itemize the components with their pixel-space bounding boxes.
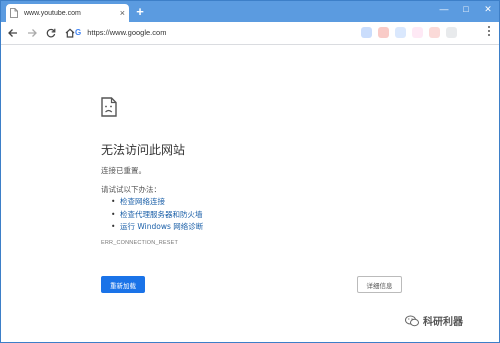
- extension-icon[interactable]: [446, 27, 457, 38]
- watermark: 科研利器: [405, 313, 463, 328]
- new-tab-button[interactable]: +: [134, 5, 146, 18]
- suggestion-run-diagnostics[interactable]: 运行 Windows 网络诊断: [111, 221, 203, 234]
- address-bar[interactable]: G https://www.google.com: [75, 25, 355, 40]
- details-button[interactable]: 详细信息: [357, 276, 402, 293]
- error-subtext: 连接已重置。: [101, 166, 146, 175]
- home-icon: [65, 28, 75, 38]
- extension-icon[interactable]: [412, 27, 423, 38]
- error-code: ERR_CONNECTION_RESET: [101, 240, 179, 246]
- suggestion-check-proxy[interactable]: 检查代理服务器和防火墙: [111, 209, 203, 222]
- menu-icon[interactable]: [487, 26, 491, 36]
- reload-icon: [46, 28, 56, 38]
- suggestions-list: 检查网络连接 检查代理服务器和防火墙 运行 Windows 网络诊断: [111, 196, 203, 234]
- watermark-text: 科研利器: [423, 317, 463, 328]
- page-icon: [10, 8, 18, 18]
- sad-page-icon: [101, 97, 117, 117]
- extension-icon[interactable]: [395, 27, 406, 38]
- browser-window: www.youtube.com × + — □ ✕ G https://www.…: [0, 0, 500, 343]
- url-text[interactable]: https://www.google.com: [87, 28, 166, 37]
- tab-close-icon[interactable]: ×: [120, 8, 125, 18]
- tab-youtube[interactable]: www.youtube.com ×: [6, 4, 129, 22]
- wechat-logo-icon: [405, 315, 419, 326]
- back-button[interactable]: [6, 26, 20, 40]
- back-arrow-icon: [8, 29, 17, 37]
- forward-arrow-icon: [28, 29, 37, 37]
- extension-icon[interactable]: [429, 27, 440, 38]
- minimize-icon[interactable]: —: [439, 3, 449, 15]
- extension-icon[interactable]: [378, 27, 389, 38]
- suggestion-check-network[interactable]: 检查网络连接: [111, 196, 203, 209]
- tab-strip: www.youtube.com × + — □ ✕: [1, 1, 499, 22]
- tab-title: www.youtube.com: [24, 9, 81, 17]
- toolbar: G https://www.google.com: [1, 22, 499, 45]
- close-window-icon[interactable]: ✕: [483, 3, 493, 15]
- try-label: 请试试以下办法：: [101, 185, 161, 194]
- extension-icon[interactable]: [361, 27, 372, 38]
- extensions-area: [361, 27, 457, 39]
- error-headline: 无法访问此网站: [101, 143, 186, 157]
- reload-button[interactable]: [44, 26, 58, 40]
- google-icon: G: [75, 28, 82, 37]
- window-controls: — □ ✕: [439, 3, 493, 15]
- maximize-icon[interactable]: □: [461, 3, 471, 15]
- reload-page-button[interactable]: 重新加载: [101, 276, 145, 293]
- error-page: 无法访问此网站 连接已重置。 请试试以下办法： 检查网络连接 检查代理服务器和防…: [1, 45, 499, 342]
- forward-button[interactable]: [25, 26, 39, 40]
